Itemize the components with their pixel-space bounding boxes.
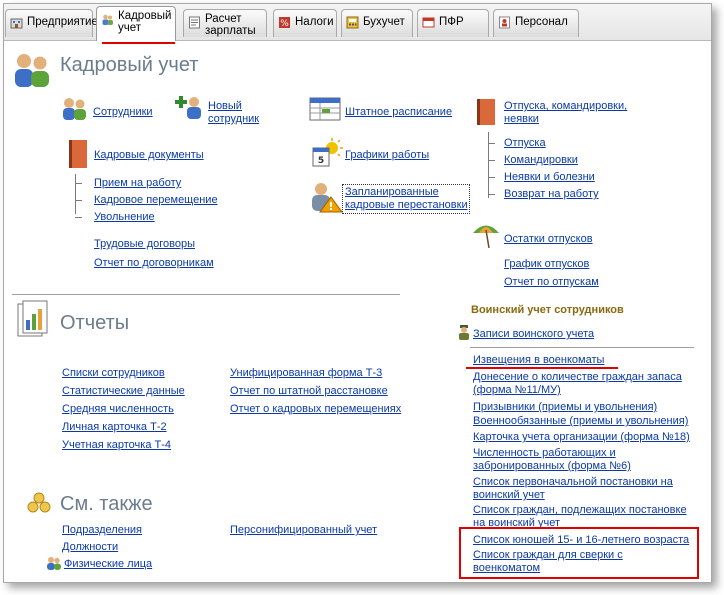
tree-tick — [488, 160, 495, 161]
tab-label: Предприятие — [27, 16, 98, 28]
leave-item-link[interactable]: Возврат на работу — [504, 188, 599, 201]
section-divider — [470, 347, 694, 348]
report-link[interactable]: Отчет о кадровых перемещениях — [230, 403, 401, 416]
military-item-link[interactable]: Донесение о количестве граждан запаса (ф… — [473, 371, 693, 397]
building-icon — [10, 18, 23, 29]
transfer-link[interactable]: Кадровое перемещение — [94, 194, 218, 207]
employees-link[interactable]: Сотрудники — [93, 106, 153, 119]
see-also-link[interactable]: Должности — [62, 541, 118, 554]
hr-documents-link[interactable]: Кадровые документы — [94, 149, 204, 162]
tab-personnel[interactable]: Персонал — [493, 9, 579, 37]
tree-line — [488, 132, 489, 198]
calendar-sun-icon: 5 — [312, 138, 343, 167]
tab-taxes[interactable]: % Налоги — [273, 9, 337, 37]
new-employee-link[interactable]: Новый сотрудник — [208, 100, 268, 126]
pfr-icon — [422, 17, 435, 28]
labor-contracts-link[interactable]: Трудовые договоры — [94, 238, 195, 251]
leave-report-link[interactable]: Отчет по отпускам — [504, 276, 599, 289]
tab-label: Персонал — [515, 16, 568, 28]
report-link[interactable]: Статистические данные — [62, 385, 185, 398]
tab-salary[interactable]: Расчет зарплаты — [183, 9, 267, 37]
personnel-icon — [499, 16, 510, 29]
see-also-link[interactable]: Персонифицированный учет — [230, 524, 377, 537]
staff-schedule-icon — [309, 97, 341, 121]
leave-item-link[interactable]: Командировки — [504, 154, 578, 167]
people-icon — [102, 14, 113, 25]
report-link[interactable]: Унифицированная форма Т-3 — [230, 367, 382, 380]
people-group-icon — [15, 54, 49, 87]
military-item-link[interactable]: Военнообязанные (приемы и увольнения) — [473, 415, 688, 428]
leave-item-link[interactable]: Неявки и болезни — [504, 171, 595, 184]
tree-line — [75, 174, 76, 214]
military-records-link[interactable]: Записи воинского учета — [473, 328, 594, 341]
leave-item-link[interactable]: Отпуска — [504, 137, 546, 150]
reports-title: Отчеты — [60, 312, 130, 334]
work-schedules-link[interactable]: Графики работы — [345, 149, 429, 162]
tab-label: ПФР — [439, 16, 464, 28]
planned-transfers-icon — [312, 183, 343, 213]
leaves-icon — [477, 99, 495, 125]
tree-tick — [75, 217, 82, 218]
coins-icon — [27, 492, 51, 513]
leave-schedule-link[interactable]: График отпусков — [504, 258, 589, 271]
military-item-link[interactable]: Список первоначальной постановки на воин… — [473, 476, 673, 502]
payroll-icon — [189, 16, 200, 29]
military-title: Воинский учет сотрудников — [471, 304, 624, 316]
window-frame: Предприятие Кадровый учет Расчет зарплаты … — [3, 3, 712, 583]
tab-enterprise[interactable]: Предприятие — [5, 9, 98, 37]
employees-icon — [63, 98, 86, 120]
beach-umbrella-icon — [473, 225, 499, 249]
reports-icon — [17, 300, 48, 337]
page-title: Кадровый учет — [60, 54, 199, 76]
tab-hr[interactable]: Кадровый учет — [96, 6, 176, 41]
soldier-icon — [459, 325, 469, 340]
report-link[interactable]: Списки сотрудников — [62, 367, 165, 380]
svg-text:%: % — [280, 19, 289, 29]
tab-label: Расчет зарплаты — [205, 13, 256, 37]
report-link[interactable]: Личная карточка Т-2 — [62, 421, 167, 434]
see-also-link[interactable]: Подразделения — [62, 524, 142, 537]
section-tab-bar: Предприятие Кадровый учет Расчет зарплаты … — [4, 4, 711, 41]
tree-tick — [488, 177, 495, 178]
svg-text:5: 5 — [318, 156, 324, 166]
planned-transfers-link[interactable]: Запланированные кадровые перестановки — [345, 186, 469, 212]
section-divider — [12, 294, 400, 295]
military-item-link[interactable]: Список юношей 15- и 16-летнего возраста — [473, 534, 689, 547]
leaves-link[interactable]: Отпуска, командировки, неявки — [504, 100, 664, 126]
accounting-icon — [346, 16, 359, 29]
report-link[interactable]: Учетная карточка Т-4 — [62, 439, 171, 452]
tree-tick — [75, 200, 82, 201]
contractors-report-link[interactable]: Отчет по договорникам — [94, 257, 214, 270]
military-item-link[interactable]: Призывники (приемы и увольнения) — [473, 401, 657, 414]
see-also-link[interactable]: Физические лица — [64, 558, 152, 571]
hr-documents-icon — [69, 140, 87, 168]
tab-accounting[interactable]: Бухучет — [341, 9, 413, 37]
tab-label: Бухучет — [363, 16, 405, 28]
leave-balances-link[interactable]: Остатки отпусков — [504, 233, 593, 246]
tree-tick — [75, 183, 82, 184]
individuals-icon — [47, 557, 61, 570]
tree-tick — [488, 143, 495, 144]
military-item-link[interactable]: Карточка учета организации (форма №18) — [473, 431, 690, 444]
staff-schedule-link[interactable]: Штатное расписание — [345, 106, 452, 119]
tab-pfr[interactable]: ПФР — [417, 9, 489, 37]
military-item-link[interactable]: Извещения в военкоматы — [473, 354, 604, 367]
active-tab-highlight — [102, 42, 175, 44]
new-employee-icon — [175, 96, 201, 119]
report-link[interactable]: Отчет по штатной расстановке — [230, 385, 388, 398]
see-also-title: См. также — [60, 493, 153, 515]
report-link[interactable]: Средняя численность — [62, 403, 174, 416]
taxes-icon: % — [279, 17, 290, 29]
highlight-underline — [466, 367, 618, 369]
tab-label: Кадровый учет — [118, 10, 172, 34]
hiring-link[interactable]: Прием на работу — [94, 177, 181, 190]
dismissal-link[interactable]: Увольнение — [94, 211, 155, 224]
military-item-link[interactable]: Список граждан для сверки с военкоматом — [473, 549, 673, 575]
military-item-link[interactable]: Численность работающих и забронированных… — [473, 447, 673, 473]
tree-tick — [488, 194, 495, 195]
tab-label: Налоги — [295, 16, 334, 28]
